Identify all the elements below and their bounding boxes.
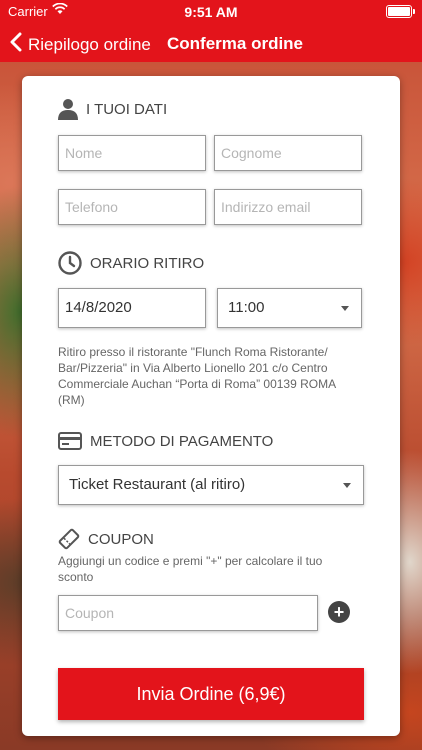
time-value: 11:00 (228, 299, 265, 316)
back-button[interactable]: Riepilogo ordine (10, 32, 151, 57)
clock-time: 9:51 AM (184, 4, 238, 20)
payment-method-value: Ticket Restaurant (al ritiro) (69, 476, 246, 493)
section-label-ritiro: ORARIO RITIRO (90, 254, 205, 272)
header-bar: Carrier 9:51 AM Riepilogo ordine Conferm… (0, 0, 422, 62)
section-label-coupon: COUPON (88, 530, 154, 548)
coupon-field[interactable]: Coupon (58, 595, 318, 631)
section-title-dati: I TUOI DATI (58, 98, 167, 120)
navigation-bar: Riepilogo ordine Conferma ordine (0, 28, 422, 60)
submit-order-button[interactable]: Invia Ordine (6,9€) (58, 668, 364, 720)
section-title-ritiro: ORARIO RITIRO (58, 251, 204, 275)
section-label-pagamento: METODO DI PAGAMENTO (90, 432, 274, 450)
email-field[interactable]: Indirizzo email (214, 189, 362, 225)
coupon-hint: Aggiungi un codice e premi "+" per calco… (58, 554, 323, 584)
date-field[interactable]: 14/8/2020 (58, 288, 206, 328)
plus-circle-icon: + (333, 602, 345, 622)
user-icon (58, 98, 78, 120)
order-form-card: I TUOI DATI Nome Cognome Telefono Indiri… (22, 76, 400, 736)
section-label-dati: I TUOI DATI (86, 100, 168, 118)
telefono-field[interactable]: Telefono (58, 189, 206, 225)
page-title: Conferma ordine (167, 34, 304, 53)
battery-icon (386, 5, 415, 18)
caret-down-icon (341, 306, 349, 311)
cognome-field[interactable]: Cognome (214, 135, 362, 171)
back-chevron-icon (10, 32, 28, 57)
clock-icon (58, 251, 82, 275)
back-label: Riepilogo ordine (28, 34, 151, 54)
section-title-coupon: COUPON (58, 528, 154, 550)
add-coupon-button[interactable]: + (328, 601, 350, 623)
section-title-pagamento: METODO DI PAGAMENTO (58, 432, 273, 450)
time-select[interactable]: 11:00 (217, 288, 362, 328)
ritiro-note: Ritiro presso il ristorante "Flunch Roma… (58, 345, 336, 407)
nome-field[interactable]: Nome (58, 135, 206, 171)
payment-method-select[interactable]: Ticket Restaurant (al ritiro) (58, 465, 364, 505)
ticket-icon (58, 528, 80, 550)
status-bar: Carrier 9:51 AM (0, 0, 422, 22)
credit-card-icon (58, 432, 82, 450)
caret-down-icon (343, 483, 351, 488)
